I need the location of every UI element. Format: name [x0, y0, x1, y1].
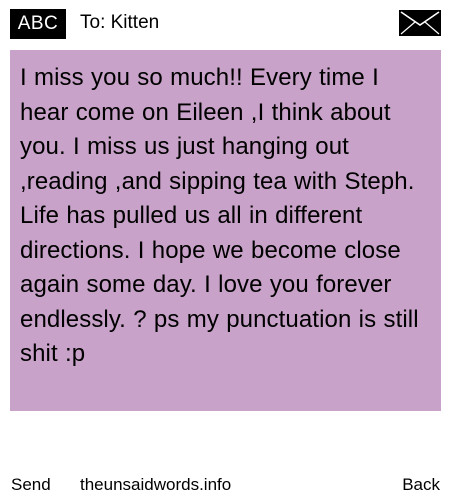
recipient-field[interactable]: To: Kitten: [80, 10, 159, 36]
message-body-area[interactable]: I miss you so much!! Every time I hear c…: [10, 50, 441, 411]
envelope-icon: [399, 10, 441, 36]
input-mode-indicator[interactable]: ABC: [10, 9, 66, 39]
softkey-bar: Send theunsaidwords.info Back: [0, 470, 450, 500]
phone-screen: ABC To: Kitten I miss you so much!! Ever…: [0, 0, 450, 500]
message-header: ABC To: Kitten: [0, 0, 450, 46]
back-button[interactable]: Back: [402, 474, 440, 496]
site-credit: theunsaidwords.info: [80, 475, 232, 494]
message-text: I miss you so much!! Every time I hear c…: [20, 64, 419, 367]
send-button[interactable]: Send: [11, 474, 51, 496]
